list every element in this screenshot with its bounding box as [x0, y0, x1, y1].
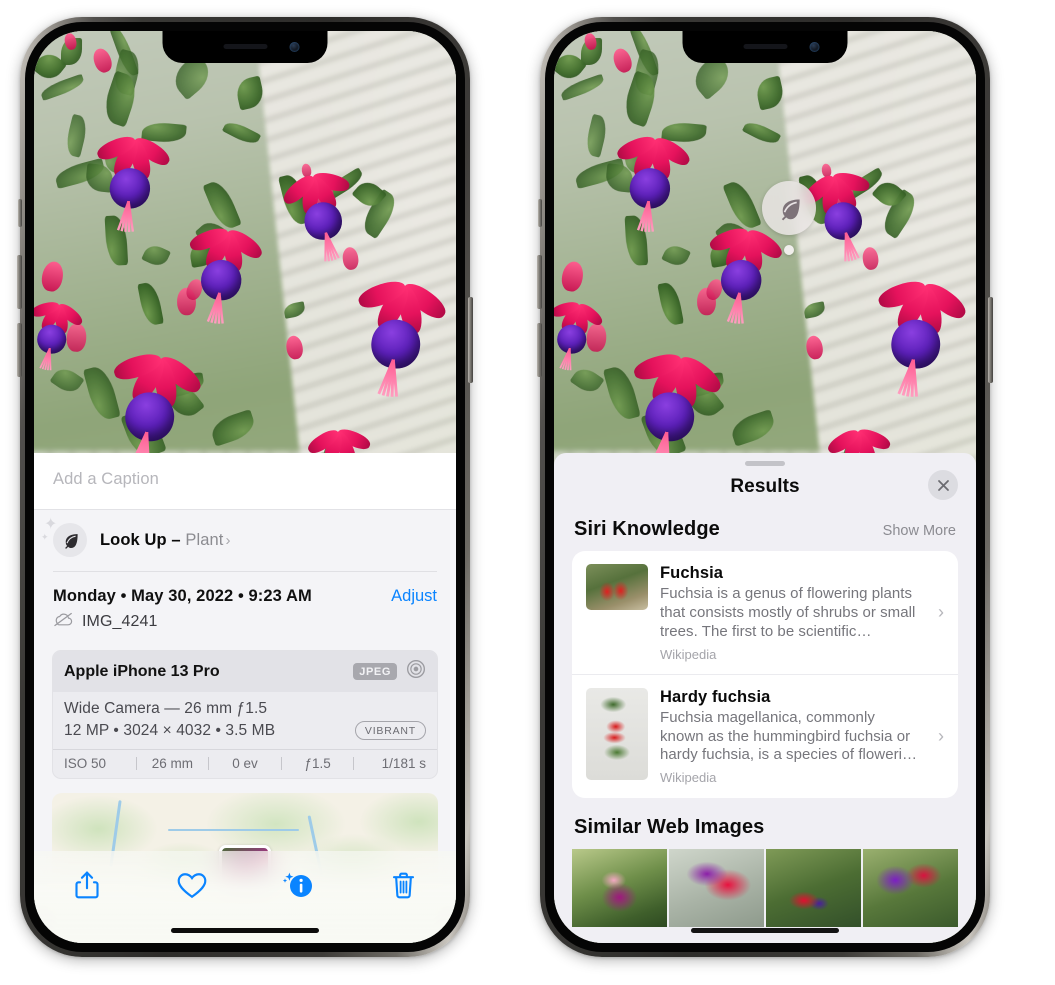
knowledge-description: Fuchsia magellanica, commonly known as t…: [660, 708, 918, 764]
exif-value: ISO 50: [64, 756, 107, 771]
right-phone-device: Results Siri Knowledge Show More Fuchsia…: [537, 17, 993, 957]
leaf-icon: [762, 181, 816, 235]
earpiece-speaker: [223, 44, 267, 49]
similar-web-images-header: Similar Web Images: [554, 798, 976, 839]
power-button[interactable]: [468, 297, 473, 383]
results-sheet: Results Siri Knowledge Show More Fuchsia…: [554, 453, 976, 943]
left-phone-bezel: Add a Caption ✦ ✦ Look Up – Plant › Mond…: [25, 22, 465, 952]
look-up-label: Look Up – Plant ›: [100, 531, 231, 550]
exif-value: 26 mm: [151, 756, 194, 771]
screenshot-canvas: Add a Caption ✦ ✦ Look Up – Plant › Mond…: [0, 0, 1055, 985]
mute-switch[interactable]: [538, 199, 542, 227]
adjust-button[interactable]: Adjust: [391, 587, 437, 606]
look-up-row[interactable]: ✦ ✦ Look Up – Plant ›: [34, 510, 456, 571]
web-image-thumbnail[interactable]: [572, 849, 667, 928]
home-indicator[interactable]: [171, 928, 319, 933]
aperture-icon: [406, 659, 426, 684]
front-camera: [289, 42, 300, 52]
chevron-right-icon: ›: [938, 602, 944, 623]
knowledge-source: Wikipedia: [660, 646, 717, 662]
right-phone-bezel: Results Siri Knowledge Show More Fuchsia…: [545, 22, 985, 952]
earpiece-speaker: [743, 44, 787, 49]
volume-down-button[interactable]: [537, 323, 542, 377]
power-button[interactable]: [988, 297, 993, 383]
mute-switch[interactable]: [18, 199, 22, 227]
siri-knowledge-header: Siri Knowledge Show More: [554, 512, 976, 551]
file-name: IMG_4241: [82, 613, 158, 630]
photo-info-sheet: Add a Caption ✦ ✦ Look Up – Plant › Mond…: [34, 453, 456, 943]
right-phone-screen: Results Siri Knowledge Show More Fuchsia…: [554, 31, 976, 943]
visual-lookup-pin[interactable]: [762, 181, 816, 255]
file-line: IMG_4241: [53, 612, 437, 632]
left-phone-screen: Add a Caption ✦ ✦ Look Up – Plant › Mond…: [34, 31, 456, 943]
notch: [162, 31, 328, 63]
map-stream: [167, 829, 300, 831]
sparkle-small-icon: ✦: [41, 532, 49, 542]
share-button[interactable]: [67, 865, 107, 905]
volume-down-button[interactable]: [17, 323, 22, 377]
left-phone-device: Add a Caption ✦ ✦ Look Up – Plant › Mond…: [17, 17, 473, 957]
metadata-header-right: JPEG: [353, 659, 426, 684]
date-block: Monday • May 30, 2022 • 9:23 AM Adjust I…: [34, 572, 456, 638]
size-line: 12 MP • 3024 × 4032 • 3.5 MB: [64, 721, 276, 739]
leaf-icon: ✦ ✦: [41, 517, 87, 557]
stamen: [323, 232, 327, 262]
hardy-fuchsia-thumbnail: [586, 687, 648, 780]
metadata-body: Wide Camera — 26 mm ƒ1.5 12 MP • 3024 × …: [53, 692, 437, 749]
volume-up-button[interactable]: [17, 255, 22, 309]
cloud-slash-icon: [53, 612, 74, 632]
size-line-row: 12 MP • 3024 × 4032 • 3.5 MB VIBRANT: [64, 721, 426, 740]
chevron-right-icon: ›: [938, 726, 944, 746]
format-badge: JPEG: [353, 663, 397, 680]
knowledge-body: Hardy fuchsia Fuchsia magellanica, commo…: [660, 688, 922, 786]
similar-web-images-title: Similar Web Images: [574, 816, 765, 839]
metadata-header: Apple iPhone 13 Pro JPEG: [53, 651, 437, 692]
photo-date: Monday • May 30, 2022 • 9:23 AM: [53, 587, 312, 605]
knowledge-source: Wikipedia: [660, 770, 717, 786]
camera-metadata-card[interactable]: Apple iPhone 13 Pro JPEG Wide Camera — 2…: [52, 650, 438, 779]
knowledge-description: Fuchsia is a genus of flowering plants t…: [660, 585, 916, 640]
stamen: [843, 232, 847, 262]
web-image-thumbnail[interactable]: [863, 849, 958, 928]
fuchsia-flower-thumbnail: [586, 564, 648, 610]
siri-knowledge-title: Siri Knowledge: [574, 518, 720, 540]
close-button[interactable]: [928, 470, 958, 500]
lookup-pin-dot: [784, 245, 794, 255]
exif-value: 0 ev: [232, 756, 258, 771]
photographic-style-badge: VIBRANT: [354, 721, 426, 740]
knowledge-title: Hardy fuchsia: [660, 687, 771, 706]
sparkles-icon: ✦: [44, 516, 58, 533]
siri-knowledge-card: Fuchsia Fuchsia is a genus of flowering …: [572, 551, 958, 799]
similar-web-images-grid: [572, 849, 958, 928]
knowledge-body: Fuchsia Fuchsia is a genus of flowering …: [660, 564, 922, 662]
list-item[interactable]: Hardy fuchsia Fuchsia magellanica, commo…: [572, 673, 958, 799]
favorite-button[interactable]: [172, 865, 212, 905]
web-image-thumbnail[interactable]: [669, 849, 764, 928]
look-up-subject: Plant: [185, 530, 224, 549]
exif-value: 1/181 s: [381, 756, 426, 771]
chevron-right-icon: ›: [225, 531, 231, 549]
volume-up-button[interactable]: [537, 255, 542, 309]
device-name: Apple iPhone 13 Pro: [64, 662, 220, 680]
results-header: Results: [554, 466, 976, 512]
lens-line: Wide Camera — 26 mm ƒ1.5: [64, 700, 268, 717]
front-camera: [809, 42, 820, 52]
caption-input[interactable]: Add a Caption: [34, 453, 456, 510]
delete-button[interactable]: [383, 865, 423, 905]
show-more-button[interactable]: Show More: [883, 523, 956, 539]
knowledge-title: Fuchsia: [660, 564, 724, 582]
list-item[interactable]: Fuchsia Fuchsia is a genus of flowering …: [572, 551, 958, 675]
info-button[interactable]: [278, 865, 318, 905]
home-indicator[interactable]: [691, 928, 839, 933]
date-line: Monday • May 30, 2022 • 9:23 AM Adjust: [53, 587, 437, 606]
results-title: Results: [730, 476, 800, 497]
look-up-text: Look Up –: [100, 530, 186, 549]
notch: [682, 31, 848, 63]
exif-value: ƒ1.5: [304, 756, 331, 771]
web-image-thumbnail[interactable]: [766, 849, 861, 928]
exif-row: ISO 50 26 mm 0 ev ƒ1.5 1/181 s: [53, 749, 437, 778]
